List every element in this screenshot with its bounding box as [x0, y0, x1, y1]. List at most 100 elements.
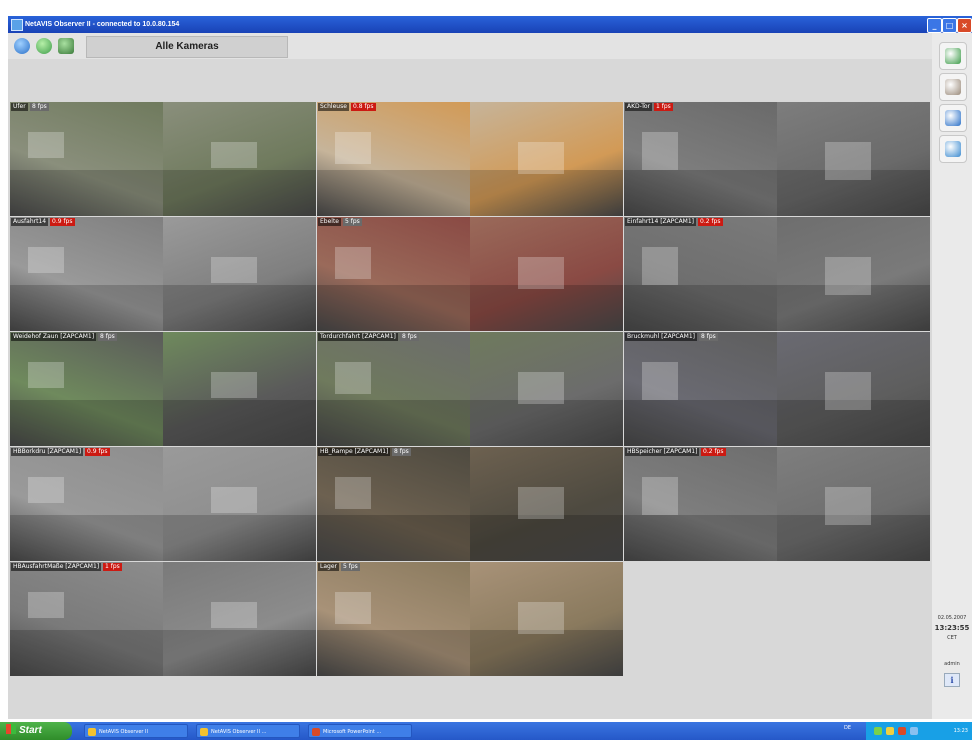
task-label: NetAVIS Observer II: [99, 729, 149, 735]
fps-badge: 5 fps: [341, 563, 360, 571]
fps-badge: 1 fps: [654, 103, 673, 111]
toolbar: Alle Kameras: [8, 33, 932, 59]
date-display: 02.05.2007: [937, 615, 967, 621]
powerpoint-icon: [312, 728, 320, 736]
camera-image: [624, 217, 777, 331]
windows-logo-icon: [6, 724, 16, 734]
start-label: Start: [19, 725, 42, 736]
camera-view[interactable]: Schleuse 0.8 fps: [317, 102, 623, 216]
camera-grid: Ufer 8 fps Schleuse 0.8 fps AKD-Tor 1 fps Ausf…: [10, 102, 930, 678]
minimize-button[interactable]: _: [927, 18, 942, 33]
camera-label: Tordurchfahrt [ZAPCAM1]: [318, 333, 398, 341]
taskbar-item-powerpoint[interactable]: Microsoft PowerPoint ...: [308, 724, 412, 738]
camera-view[interactable]: Ausfahrt14 0.9 fps: [10, 217, 316, 331]
camera-image: [317, 217, 470, 331]
taskbar-clock: 13:23: [953, 728, 968, 734]
camera-view[interactable]: HBAusfahrtMaße [ZAPCAM1] 1 fps: [10, 562, 316, 676]
fps-badge: 8 fps: [699, 333, 718, 341]
taskbar-item-observer-2[interactable]: NetAVIS Observer II ...: [196, 724, 300, 738]
time-display: 13:23:55: [934, 624, 970, 632]
camera-image: [470, 332, 623, 446]
task-label: Microsoft PowerPoint ...: [323, 729, 382, 735]
refresh-icon[interactable]: [36, 38, 52, 54]
camera-image: [777, 102, 930, 216]
camera-view[interactable]: Tordurchfahrt [ZAPCAM1] 8 fps: [317, 332, 623, 446]
camera-view[interactable]: Lager 5 fps: [317, 562, 623, 676]
window-title: NetAVIS Observer II - connected to 10.0.…: [25, 21, 180, 28]
camera-label: HB_Rampe [ZAPCAM1]: [318, 448, 391, 456]
camera-image: [10, 102, 163, 216]
fps-badge: 0.9 fps: [50, 218, 75, 226]
camera-label: Schleuse: [318, 103, 349, 111]
title-bar[interactable]: NetAVIS Observer II - connected to 10.0.…: [8, 16, 972, 33]
sidebar-button-edit[interactable]: [939, 104, 967, 132]
layout-icon[interactable]: [58, 38, 74, 54]
back-icon[interactable]: [14, 38, 30, 54]
fps-badge: 5 fps: [343, 218, 362, 226]
camera-view[interactable]: HBBorkdru [ZAPCAM1] 0.9 fps: [10, 447, 316, 561]
user-display: admin: [944, 661, 960, 667]
camera-image: [10, 447, 163, 561]
camera-label: HBBorkdru [ZAPCAM1]: [11, 448, 84, 456]
sidebar-button-users[interactable]: [939, 135, 967, 163]
app-icon: [200, 728, 208, 736]
camera-view[interactable]: Weidehof Zaun [ZAPCAM1] 8 fps: [10, 332, 316, 446]
timezone-display: CET: [947, 635, 957, 641]
camera-image: [163, 102, 316, 216]
camera-image: [470, 217, 623, 331]
camera-view[interactable]: Bruckmuhl [ZAPCAM1] 8 fps: [624, 332, 930, 446]
camera-image: [163, 332, 316, 446]
camera-image: [777, 332, 930, 446]
camera-image: [470, 447, 623, 561]
taskbar: Start NetAVIS Observer II NetAVIS Observ…: [0, 722, 972, 740]
sidebar-button-camera-settings[interactable]: [939, 73, 967, 101]
info-icon[interactable]: i: [944, 673, 960, 687]
taskbar-item-observer-1[interactable]: NetAVIS Observer II: [84, 724, 188, 738]
antivirus-icon[interactable]: [898, 727, 906, 735]
security-icon[interactable]: [886, 727, 894, 735]
fps-badge: 8 fps: [98, 333, 117, 341]
camera-label: Weidehof Zaun [ZAPCAM1]: [11, 333, 97, 341]
fps-badge: 1 fps: [103, 563, 122, 571]
camera-view[interactable]: Ebelte 5 fps: [317, 217, 623, 331]
camera-label: Einfahrt14 [ZAPCAM1]: [625, 218, 697, 226]
volume-icon[interactable]: [910, 727, 918, 735]
camera-label: Ufer: [11, 103, 28, 111]
app-icon: [88, 728, 96, 736]
camera-image: [163, 217, 316, 331]
edit-icon: [945, 110, 961, 126]
camera-label: HBSpeicher [ZAPCAM1]: [625, 448, 700, 456]
sidebar-button-monitor[interactable]: [939, 42, 967, 70]
camera-image: [624, 102, 777, 216]
language-indicator[interactable]: DE: [844, 725, 851, 731]
camera-settings-icon: [945, 79, 961, 95]
camera-view[interactable]: AKD-Tor 1 fps: [624, 102, 930, 216]
camera-label: Bruckmuhl [ZAPCAM1]: [625, 333, 697, 341]
camera-label: Ausfahrt14: [11, 218, 49, 226]
task-label: NetAVIS Observer II ...: [211, 729, 267, 735]
camera-view[interactable]: HB_Rampe [ZAPCAM1] 8 fps: [317, 447, 623, 561]
camera-image: [10, 332, 163, 446]
maximize-button[interactable]: □: [942, 18, 957, 33]
camera-image: [777, 447, 930, 561]
fps-badge: 0.2 fps: [698, 218, 723, 226]
camera-image: [10, 562, 163, 676]
camera-image: [163, 562, 316, 676]
fps-badge: 8 fps: [400, 333, 419, 341]
network-icon[interactable]: [874, 727, 882, 735]
camera-image: [624, 447, 777, 561]
app-window: NetAVIS Observer II - connected to 10.0.…: [8, 16, 972, 719]
system-tray: 13:23: [866, 722, 972, 740]
camera-image: [777, 217, 930, 331]
camera-view[interactable]: HBSpeicher [ZAPCAM1] 0.2 fps: [624, 447, 930, 561]
camera-image: [470, 562, 623, 676]
right-sidebar: 02.05.2007 13:23:55 CET admin i: [932, 33, 972, 719]
camera-image: [624, 332, 777, 446]
camera-image: [163, 447, 316, 561]
fps-badge: 0.9 fps: [85, 448, 110, 456]
camera-view[interactable]: Ufer 8 fps: [10, 102, 316, 216]
close-button[interactable]: ×: [957, 18, 972, 33]
start-button[interactable]: Start: [0, 722, 72, 740]
view-selector[interactable]: Alle Kameras: [86, 36, 288, 58]
camera-view[interactable]: Einfahrt14 [ZAPCAM1] 0.2 fps: [624, 217, 930, 331]
